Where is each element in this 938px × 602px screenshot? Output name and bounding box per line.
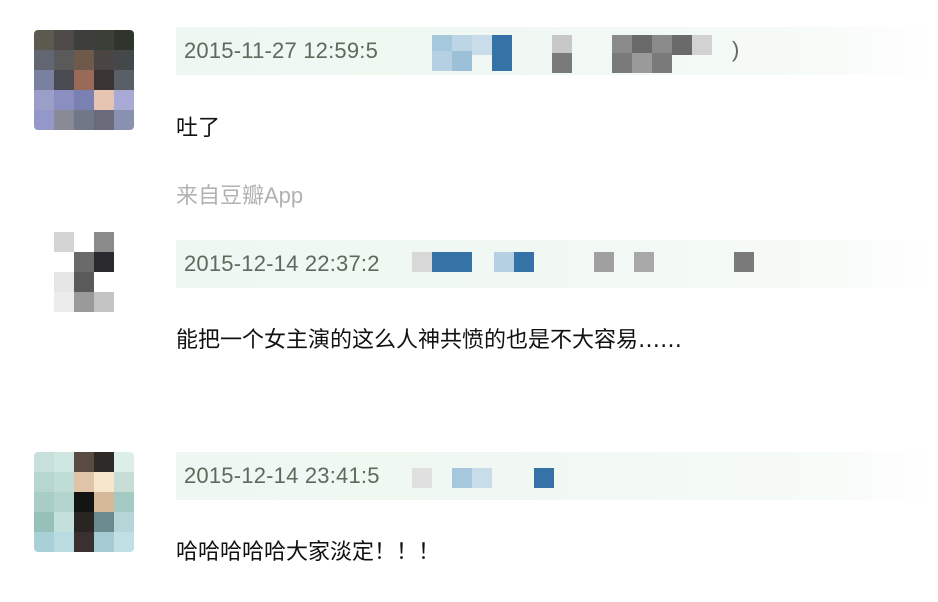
comment-timestamp: 2015-12-14 23:41:5 [184,463,380,488]
comment-meta-bar: 2015-12-14 22:37:2 [176,240,938,288]
username-pixelated[interactable] [416,27,746,75]
comment-source[interactable]: 来自豆瓣App [176,178,303,210]
avatar[interactable] [34,452,134,552]
comment-text: 哈哈哈哈哈大家淡定！！！ [176,540,441,565]
comment-meta-bar: 2015-11-27 12:59:5 ) [176,27,938,75]
comment-text: 能把一个女主演的这么人神共愤的也是不大容易…… [176,328,683,353]
comment-timestamp: 2015-11-27 12:59:5 [184,38,379,63]
avatar[interactable] [34,232,134,332]
username-pixelated[interactable] [412,452,592,500]
username-pixelated[interactable] [412,240,772,288]
comment-text: 吐了 [176,116,221,141]
comment-timestamp: 2015-12-14 22:37:2 [184,251,380,276]
comment-meta-bar: 2015-12-14 23:41:5 [176,452,938,500]
avatar[interactable] [34,30,134,130]
meta-trailing-paren: ) [732,37,740,62]
